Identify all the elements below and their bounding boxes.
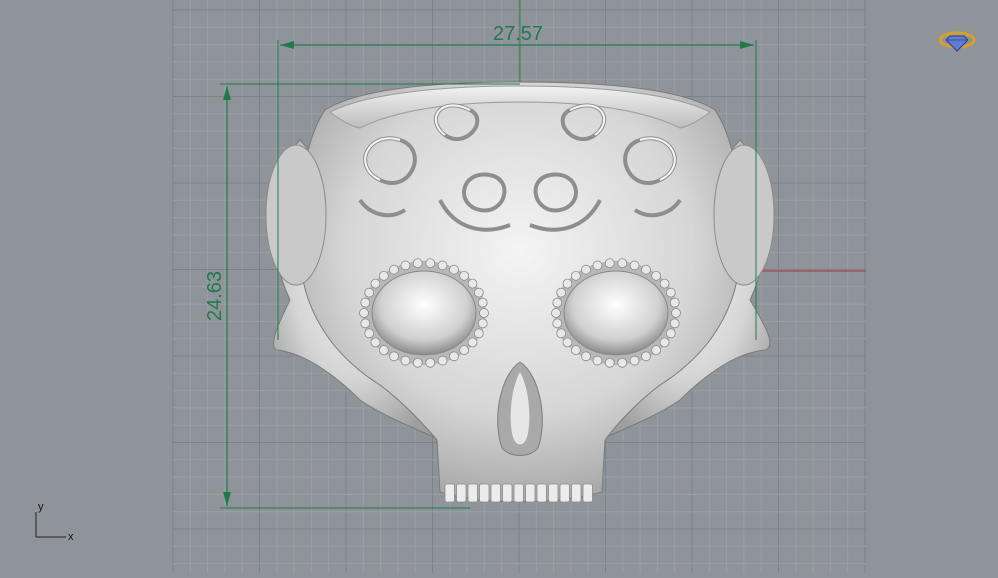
skull-ring-model[interactable] xyxy=(265,81,775,503)
world-axis-y-label: y xyxy=(38,501,44,513)
ring-diamond-logo-icon xyxy=(938,31,976,52)
width-dimension-label: 27.57 xyxy=(493,23,543,45)
world-axis-x-label: x xyxy=(68,531,74,543)
height-dimension-label: 24.63 xyxy=(204,271,226,321)
viewport-front[interactable]: 27.57 24.63 y x xyxy=(0,0,998,573)
world-axes-icon: y x xyxy=(35,501,74,543)
